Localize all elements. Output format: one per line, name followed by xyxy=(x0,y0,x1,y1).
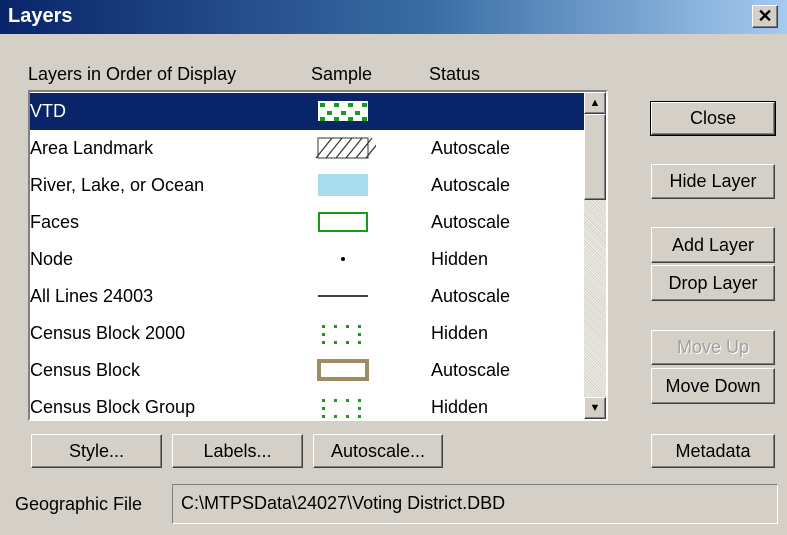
hatch-box-sample-icon xyxy=(310,134,383,162)
close-window-button[interactable]: ✕ xyxy=(752,5,778,28)
layer-row[interactable]: Node Hidden xyxy=(30,241,584,278)
layers-listbox[interactable]: VTD Area Landmark Autoscale River, Lake, or… xyxy=(28,90,608,421)
layer-name: VTD xyxy=(30,101,66,121)
layer-status: Hidden xyxy=(431,323,489,343)
line-sample-icon xyxy=(310,282,376,310)
layer-row[interactable]: All Lines 24003 Autoscale xyxy=(30,278,584,315)
layer-status: Autoscale xyxy=(431,212,511,232)
style-button[interactable]: Style... xyxy=(31,434,162,468)
close-button[interactable]: Close xyxy=(650,101,776,136)
window-title: Layers xyxy=(8,5,73,27)
layer-name: Faces xyxy=(30,212,80,232)
layer-name: Census Block Group xyxy=(30,397,196,417)
light-blue-fill-sample-icon xyxy=(310,171,376,199)
vertical-scrollbar[interactable]: ▲ ▼ xyxy=(584,92,606,419)
green-dotted-box-sample-icon xyxy=(310,393,376,419)
layer-row[interactable]: VTD xyxy=(30,93,584,130)
layer-status: Hidden xyxy=(431,249,489,269)
green-outline-box-sample-icon xyxy=(310,208,376,236)
autoscale-button[interactable]: Autoscale... xyxy=(313,434,443,468)
layer-name: Census Block 2000 xyxy=(30,323,186,343)
layer-row[interactable]: River, Lake, or Ocean Autoscale xyxy=(30,167,584,204)
layer-row[interactable]: Area Landmark Autoscale xyxy=(30,130,584,167)
metadata-button[interactable]: Metadata xyxy=(651,434,775,468)
move-down-button[interactable]: Move Down xyxy=(651,368,775,404)
green-dotted-box-sample-icon xyxy=(310,319,376,347)
layer-status: Autoscale xyxy=(431,360,511,380)
add-layer-button[interactable]: Add Layer xyxy=(651,227,775,263)
layer-status: Autoscale xyxy=(431,175,511,195)
scroll-down-button[interactable]: ▼ xyxy=(584,397,606,419)
tan-outline-box-sample-icon xyxy=(310,356,376,384)
title-bar[interactable]: Layers ✕ xyxy=(0,0,787,34)
layers-list: VTD Area Landmark Autoscale River, Lake, or… xyxy=(30,92,584,419)
green-dots-fill-sample-icon xyxy=(310,97,376,125)
geographic-file-label: Geographic File xyxy=(15,494,143,514)
labels-button[interactable]: Labels... xyxy=(172,434,303,468)
layer-name: River, Lake, or Ocean xyxy=(30,175,205,195)
layer-status: Hidden xyxy=(431,397,489,417)
layer-status: Autoscale xyxy=(431,138,511,158)
scroll-up-button[interactable]: ▲ xyxy=(584,92,606,114)
hide-layer-button[interactable]: Hide Layer xyxy=(651,164,775,199)
layer-name: Area Landmark xyxy=(30,138,154,158)
layer-row[interactable]: Census Block Autoscale xyxy=(30,352,584,389)
layer-status: Autoscale xyxy=(431,286,511,306)
layer-row[interactable]: Faces Autoscale xyxy=(30,204,584,241)
drop-layer-button[interactable]: Drop Layer xyxy=(651,265,775,301)
layer-name: Census Block xyxy=(30,360,141,380)
column-header-status: Status xyxy=(429,64,481,84)
layer-name: Node xyxy=(30,249,74,269)
layer-row[interactable]: Census Block 2000 Hidden xyxy=(30,315,584,352)
scroll-thumb[interactable] xyxy=(584,114,606,200)
column-header-name: Layers in Order of Display xyxy=(28,64,237,84)
dot-sample-icon xyxy=(310,245,376,273)
layer-row[interactable]: Census Block Group Hidden xyxy=(30,389,584,419)
column-header-sample: Sample xyxy=(311,64,373,84)
geographic-file-field: C:\MTPSData\24027\Voting District.DBD xyxy=(172,484,778,524)
layer-name: All Lines 24003 xyxy=(30,286,154,306)
move-up-button[interactable]: Move Up xyxy=(651,330,775,365)
